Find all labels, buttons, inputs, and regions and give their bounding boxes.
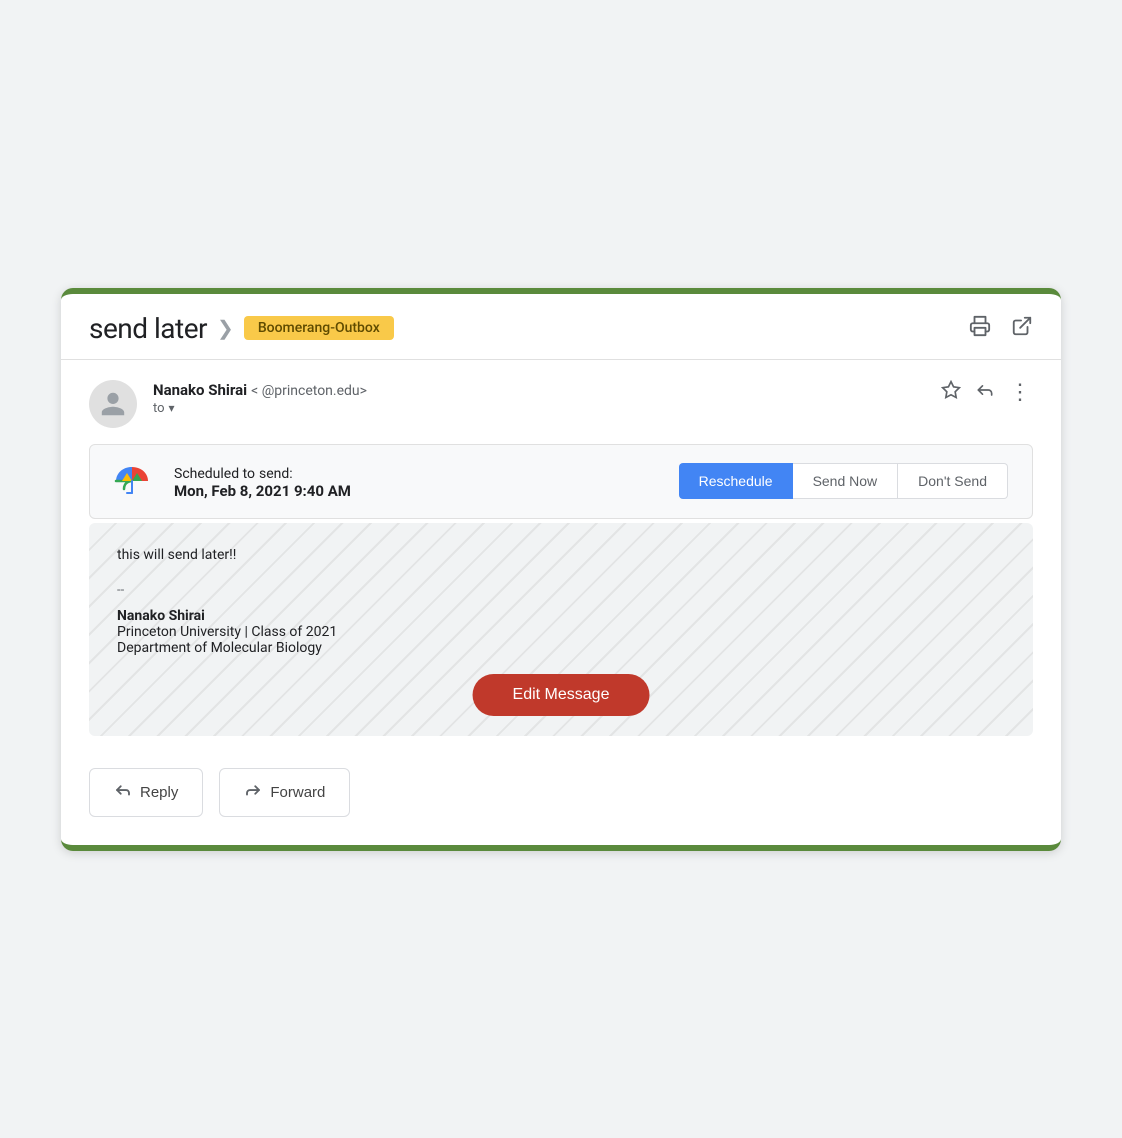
reply-arrow-icon: [114, 781, 132, 804]
send-label: send:: [259, 466, 293, 482]
breadcrumb-chevron: ❯: [217, 316, 234, 340]
signature-line1: Princeton University | Class of 2021: [117, 624, 1005, 640]
more-options-icon[interactable]: ⋮: [1009, 380, 1033, 405]
signature-name: Nanako Shirai: [117, 608, 1005, 624]
forward-button[interactable]: Forward: [219, 768, 350, 817]
email-window: send later ❯ Boomerang-Outbox: [61, 288, 1061, 851]
reply-label: Reply: [140, 784, 178, 801]
avatar: [89, 380, 137, 428]
dont-send-button[interactable]: Don't Send: [898, 463, 1008, 499]
scheduled-info: Scheduled to send: Mon, Feb 8, 2021 9:40…: [174, 463, 655, 500]
header-actions: [969, 315, 1033, 342]
boomerang-outbox-tag: Boomerang-Outbox: [244, 316, 394, 340]
message-text: this will send later!!: [117, 547, 1005, 563]
to-label: to: [153, 401, 165, 416]
sender-email: < @princeton.edu>: [251, 383, 367, 399]
edit-message-button[interactable]: Edit Message: [473, 674, 650, 716]
edit-message-wrapper: Edit Message: [473, 674, 650, 716]
reschedule-button[interactable]: Reschedule: [679, 463, 793, 499]
signature-divider: --: [117, 583, 1005, 598]
sender-name: Nanako Shirai: [153, 381, 247, 399]
boomerang-buttons: Reschedule Send Now Don't Send: [679, 463, 1008, 499]
reply-forward-row: Reply Forward: [61, 760, 1061, 845]
scheduled-date: Mon, Feb 8, 2021 9:40 AM: [174, 482, 655, 500]
recipients-dropdown[interactable]: ▾: [169, 401, 175, 415]
message-content: this will send later!! -- Nanako Shirai …: [117, 547, 1005, 656]
email-meta: Nanako Shirai < @princeton.edu> to ▾: [61, 360, 1061, 444]
page-title: send later: [89, 312, 207, 345]
star-icon[interactable]: [941, 380, 961, 405]
forward-arrow-icon: [244, 781, 262, 804]
forward-label: Forward: [270, 784, 325, 801]
message-body: this will send later!! -- Nanako Shirai …: [89, 523, 1033, 736]
print-icon[interactable]: [969, 315, 991, 342]
email-actions: ⋮: [941, 380, 1033, 405]
scheduled-label: Scheduled to: [174, 466, 255, 482]
boomerang-scheduled-box: Scheduled to send: Mon, Feb 8, 2021 9:40…: [89, 444, 1033, 519]
reply-button[interactable]: Reply: [89, 768, 203, 817]
signature-line2: Department of Molecular Biology: [117, 640, 1005, 656]
sender-info: Nanako Shirai < @princeton.edu> to ▾: [153, 380, 941, 416]
header-bar: send later ❯ Boomerang-Outbox: [61, 294, 1061, 360]
boomerang-logo: [114, 463, 150, 499]
to-row: to ▾: [153, 401, 941, 416]
send-now-button[interactable]: Send Now: [793, 463, 899, 499]
open-external-icon[interactable]: [1011, 315, 1033, 342]
reply-icon[interactable]: [975, 380, 995, 405]
